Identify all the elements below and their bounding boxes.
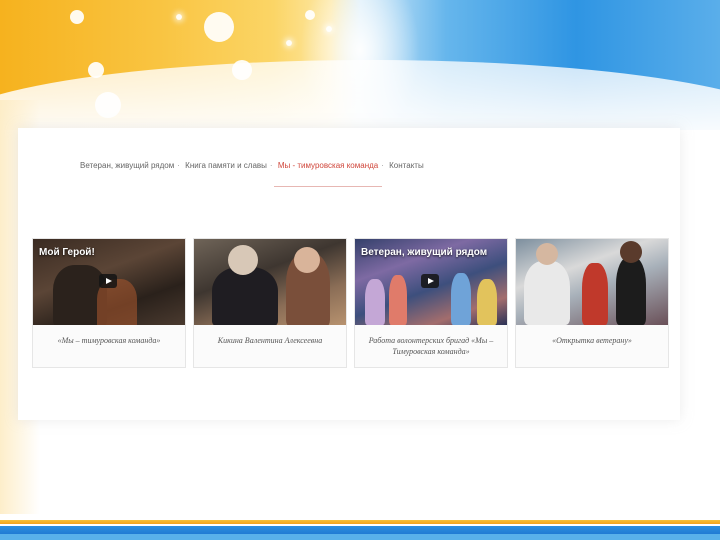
nav-separator: · [381,161,384,170]
card-caption[interactable]: Работа волонтерских бригад «Мы – Тимуров… [359,335,503,357]
play-icon[interactable] [99,274,117,288]
website-panel: Ветеран, живущий рядом · Книга памяти и с… [18,128,680,420]
nav-item-contacts[interactable]: Контакты [389,161,424,170]
gallery-card[interactable]: Ветеран, живущий рядом Работа волонтерск… [354,238,508,368]
sparkle-decoration [176,14,182,20]
gallery-card[interactable]: Мой Герой! «Мы – тимуровская команда» [32,238,186,368]
active-nav-underline [274,186,382,187]
thumbnail-title: Мой Герой! [39,247,95,258]
bubble-decoration [70,10,84,24]
nav-separator: · [177,161,180,170]
video-gallery: Мой Герой! «Мы – тимуровская команда» Ки… [32,238,672,368]
card-caption[interactable]: Кикина Валентина Алексеевна [198,335,342,346]
footer-stripes [0,514,720,540]
nav-item-veteran[interactable]: Ветеран, живущий рядом [80,161,174,170]
nav-separator: · [269,161,273,170]
bubble-decoration [305,10,315,20]
gallery-card[interactable]: «Открытка ветерану» [515,238,669,368]
photo-thumbnail[interactable] [516,239,668,325]
video-thumbnail[interactable]: Ветеран, живущий рядом [355,239,507,325]
sparkle-decoration [286,40,292,46]
gallery-card[interactable]: Кикина Валентина Алексеевна [193,238,347,368]
play-icon[interactable] [421,274,439,288]
nav-item-timur-team[interactable]: Мы - тимуровская команда [278,161,378,170]
nav-item-memory-book[interactable]: Книга памяти и славы [185,161,267,170]
photo-thumbnail[interactable] [194,239,346,325]
sparkle-decoration [326,26,332,32]
card-caption[interactable]: «Открытка ветерану» [520,335,664,346]
card-caption[interactable]: «Мы – тимуровская команда» [37,335,181,346]
top-nav: Ветеран, живущий рядом · Книга памяти и с… [80,161,427,170]
bubble-decoration [204,12,234,42]
video-thumbnail[interactable]: Мой Герой! [33,239,185,325]
thumbnail-title: Ветеран, живущий рядом [361,247,488,258]
slide: Ветеран, живущий рядом · Книга памяти и с… [0,0,720,540]
